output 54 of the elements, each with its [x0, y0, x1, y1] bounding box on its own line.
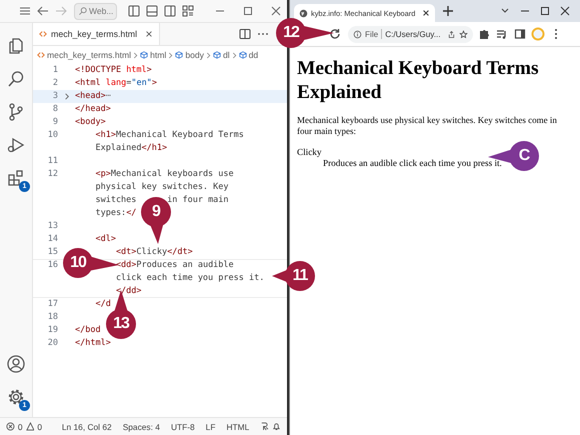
page-paragraph: Mechanical keyboards use physical key switches. Key switches come in four main types:: [297, 115, 558, 137]
address-bar[interactable]: File C:/Users/Guy...: [348, 26, 473, 42]
line-number: 18: [46, 311, 58, 324]
line-number: 16: [46, 259, 58, 272]
code-line: Explained</h1>: [95, 142, 168, 155]
error-count[interactable]: 0: [18, 422, 23, 432]
code-line: <p>Mechanical keyboards use: [95, 168, 234, 181]
warning-count[interactable]: 0: [37, 422, 42, 432]
breadcrumb-item[interactable]: dl: [222, 50, 230, 60]
code-line: </bod: [75, 324, 101, 337]
line-number: 17: [46, 298, 58, 311]
page-heading: Mechanical Keyboard Terms Explained: [297, 57, 540, 105]
breadcrumb-item[interactable]: dd: [248, 50, 258, 60]
line-number: 15: [46, 246, 58, 259]
status-item[interactable]: HTML: [226, 422, 250, 432]
line-number: 1: [52, 64, 58, 77]
line-number: 13: [46, 220, 58, 233]
code-line: <h1>Mechanical Keyboard Terms: [95, 129, 244, 142]
line-number: 14: [46, 233, 58, 246]
line-number: 2: [52, 77, 58, 90]
code-line: <dl>: [95, 233, 116, 246]
line-number: 3: [52, 90, 58, 103]
line-number: 19: [46, 324, 58, 337]
status-item[interactable]: Ln 16, Col 62: [62, 422, 112, 432]
code-line: switches in four main: [95, 194, 229, 205]
code-line: <html lang="en">: [75, 77, 157, 90]
code-line: click each time you press it.: [116, 272, 264, 285]
code-line: <!DOCTYPE html>: [75, 64, 152, 77]
line-number: 11: [46, 155, 58, 168]
status-item[interactable]: Spaces: 4: [122, 422, 160, 432]
code-line: </dd>: [116, 285, 142, 298]
status-item[interactable]: LF: [206, 422, 216, 432]
definition-text: Produces an audible click each time you press it.: [323, 158, 502, 168]
line-number: 9: [52, 116, 58, 129]
code-line: types:</: [95, 207, 136, 220]
line-number: 20: [46, 337, 58, 350]
line-number: 10: [46, 129, 58, 142]
code-line: </head>: [75, 103, 111, 116]
breadcrumb-item[interactable]: body: [185, 50, 204, 60]
code-line: <body>: [75, 116, 106, 129]
code-line: <dd>Produces an audible: [116, 259, 234, 272]
code-line: <head>⋯: [75, 90, 111, 103]
code-line: <dt>Clicky</dt>: [116, 246, 193, 259]
status-item[interactable]: UTF-8: [170, 422, 195, 432]
line-number: 12: [46, 168, 58, 181]
code-line: </d: [95, 298, 111, 311]
breadcrumb-item[interactable]: mech_key_terms.html: [47, 50, 132, 60]
file-tab[interactable]: mech_key_terms.html: [33, 23, 160, 45]
code-line: physical key switches. Key: [95, 181, 229, 194]
command-search-field[interactable]: Web...: [74, 2, 118, 20]
line-number: 8: [52, 103, 58, 116]
breadcrumb-item[interactable]: html: [150, 50, 166, 60]
definition-term: Clicky: [297, 147, 322, 157]
code-line: </html>: [75, 337, 111, 350]
